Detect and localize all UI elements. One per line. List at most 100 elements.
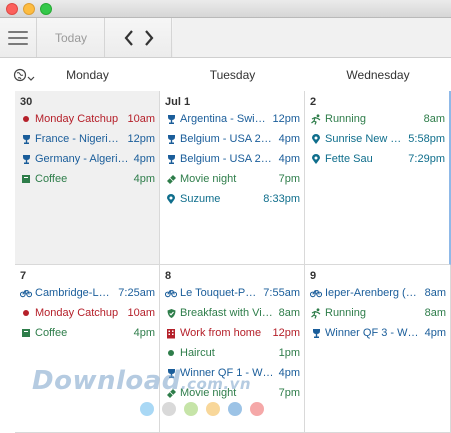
event-time: 10am — [127, 113, 155, 125]
toolbar: Today — [0, 18, 451, 58]
event-title: Haircut — [180, 347, 215, 359]
calendar-event[interactable]: Sunrise New York 5:58pm — [310, 131, 445, 147]
watermark-dots — [140, 402, 264, 416]
pin-icon — [165, 193, 177, 205]
minimize-window-button[interactable] — [23, 3, 35, 15]
calendar-event[interactable]: Argentina - Switz... 12pm — [165, 111, 300, 127]
calendar-event[interactable]: Monday Catchup 10am — [20, 111, 155, 127]
event-title: Argentina - Switz... — [180, 113, 269, 125]
calendar-event[interactable]: Germany - Algeria ... 4pm — [20, 151, 155, 167]
calendar-event[interactable]: Fette Sau 7:29pm — [310, 151, 445, 167]
event-time: 8:33pm — [263, 193, 300, 205]
building-icon — [165, 328, 177, 339]
event-title: Ieper-Arenberg (St... — [325, 287, 421, 299]
chevron-left-icon[interactable] — [124, 29, 134, 46]
event-title: Belgium - USA 2:1 ... — [180, 133, 275, 145]
event-title: Movie night — [180, 387, 237, 399]
watermark-dot — [228, 402, 242, 416]
day-header-monday: Monday — [66, 68, 109, 82]
hamburger-icon[interactable] — [0, 18, 37, 57]
event-time: 4pm — [278, 367, 300, 379]
square-icon — [20, 174, 32, 184]
calendar-grid: 30 Monday Catchup 10am France - Nigeria 2..… — [15, 91, 451, 433]
pin-icon — [310, 153, 322, 165]
event-time: 12pm — [272, 113, 300, 125]
event-time: 12pm — [272, 327, 300, 339]
calendar-event[interactable]: Cambridge-Lon... 7:25am — [20, 285, 155, 301]
event-time: 8am — [424, 287, 446, 299]
event-title: Le Touquet-Pari... — [180, 287, 260, 299]
watermark-dot — [140, 402, 154, 416]
calendar-event[interactable]: Suzume 8:33pm — [165, 191, 300, 207]
event-title: Movie night — [180, 173, 237, 185]
calendar-event[interactable]: Work from home 12pm — [165, 325, 300, 341]
event-time: 4pm — [133, 327, 155, 339]
event-title: Monday Catchup — [35, 113, 119, 125]
calendar-event[interactable]: Winner QF 3 - Win... 4pm — [310, 325, 446, 341]
event-time: 7pm — [278, 173, 300, 185]
ticket-icon — [165, 388, 177, 399]
calendar-event[interactable]: Belgium - USA 2:1 ... 4pm — [165, 131, 300, 147]
day-header-wednesday: Wednesday — [346, 68, 410, 82]
event-time: 4pm — [133, 153, 155, 165]
event-time: 1pm — [278, 347, 300, 359]
chevron-right-icon[interactable] — [144, 29, 154, 46]
event-time: 4pm — [424, 327, 446, 339]
calendar-event[interactable]: Haircut 1pm — [165, 345, 300, 361]
day-cell[interactable]: 2 Running 8am Sunrise New York 5:58pm Fette S… — [305, 91, 451, 265]
calendar-event[interactable]: Movie night 7pm — [165, 171, 300, 187]
calendar-event[interactable]: Breakfast with Victor 8am — [165, 305, 300, 321]
day-number: Jul 1 — [165, 96, 191, 108]
runner-icon — [310, 307, 322, 319]
event-title: Running — [325, 307, 366, 319]
calendar-event[interactable]: Coffee 4pm — [20, 325, 155, 341]
event-title: Monday Catchup — [35, 307, 119, 319]
square-icon — [20, 328, 32, 338]
event-title: Winner QF 1 - Win... — [180, 367, 275, 379]
watermark-dot — [250, 402, 264, 416]
event-time: 4pm — [278, 133, 300, 145]
ticket-icon — [165, 174, 177, 185]
event-time: 8am — [423, 113, 445, 125]
calendar-event[interactable]: Coffee 4pm — [20, 171, 155, 187]
calendar-event[interactable]: France - Nigeria 2... 12pm — [20, 131, 155, 147]
runner-icon — [310, 113, 322, 125]
calendar-event[interactable]: Running 8am — [310, 305, 446, 321]
calendar-event[interactable]: Le Touquet-Pari... 7:55am — [165, 285, 300, 301]
event-title: France - Nigeria 2... — [35, 133, 124, 145]
event-title: Sunrise New York — [325, 133, 405, 145]
day-cell[interactable]: 30 Monday Catchup 10am France - Nigeria 2..… — [15, 91, 160, 265]
calendar-event[interactable]: Belgium - USA 2:1 ... 4pm — [165, 151, 300, 167]
event-title: Winner QF 3 - Win... — [325, 327, 421, 339]
dot-icon — [20, 309, 32, 317]
today-button[interactable]: Today — [38, 18, 105, 57]
day-number: 30 — [20, 96, 33, 108]
trophy-icon — [20, 154, 32, 165]
event-title: Work from home — [180, 327, 262, 339]
date-navigation — [106, 18, 172, 57]
calendar-event[interactable]: Running 8am — [310, 111, 445, 127]
event-time: 4pm — [133, 173, 155, 185]
event-title: Coffee — [35, 327, 68, 339]
close-window-button[interactable] — [6, 3, 18, 15]
calendar-event[interactable]: Monday Catchup 10am — [20, 305, 155, 321]
bike-icon — [20, 288, 32, 298]
watermark-dot — [162, 402, 176, 416]
event-time: 8am — [424, 307, 446, 319]
day-cell[interactable]: 9 Ieper-Arenberg (St... 8am Running 8am Winne… — [305, 265, 451, 433]
trophy-icon — [165, 114, 177, 125]
trophy-icon — [165, 368, 177, 379]
event-time: 7:25am — [118, 287, 155, 299]
event-time: 7:55am — [263, 287, 300, 299]
calendar-event[interactable]: Ieper-Arenberg (St... 8am — [310, 285, 446, 301]
calendar-event[interactable]: Winner QF 1 - Win... 4pm — [165, 365, 300, 381]
shield-icon — [165, 308, 177, 319]
day-cell[interactable]: 7 Cambridge-Lon... 7:25am Monday Catchup 10a… — [15, 265, 160, 433]
day-cell[interactable]: Jul 1 Argentina - Switz... 12pm Belgium - U… — [160, 91, 305, 265]
zoom-window-button[interactable] — [40, 3, 52, 15]
event-title: Coffee — [35, 173, 68, 185]
calendar-event[interactable]: Movie night 7pm — [165, 385, 300, 401]
toolbar-spacer — [173, 18, 451, 57]
watermark-dot — [184, 402, 198, 416]
trophy-icon — [310, 328, 322, 339]
